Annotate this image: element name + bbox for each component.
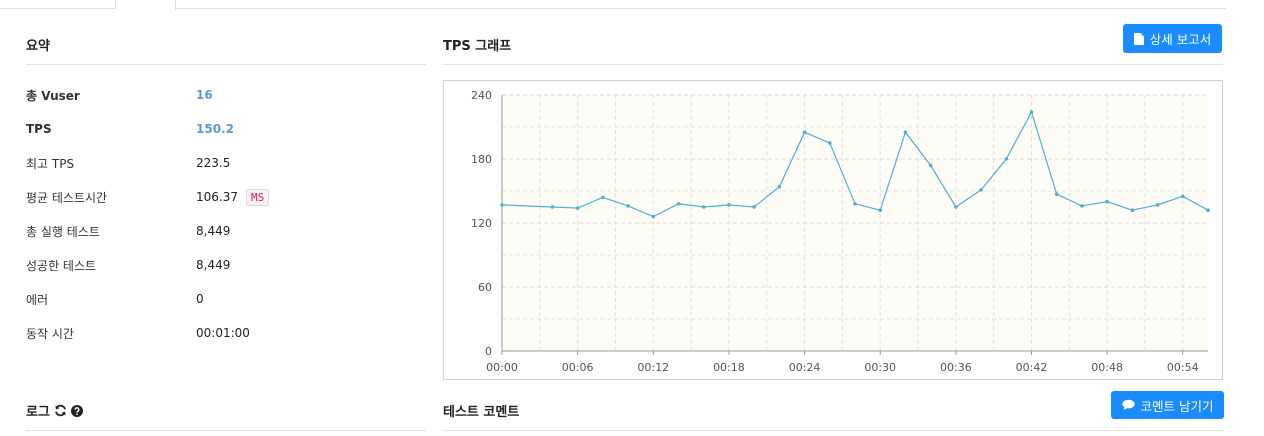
row-value: 106.37	[196, 190, 238, 204]
row-value: 223.5	[196, 156, 231, 170]
refresh-icon[interactable]	[54, 404, 67, 417]
x-tick-label: 00:18	[713, 361, 745, 374]
tab-active[interactable]	[115, 0, 176, 10]
comment-divider	[443, 430, 1223, 431]
data-point	[802, 130, 807, 135]
x-tick-label: 00:54	[1167, 361, 1199, 374]
data-point	[701, 205, 706, 209]
tps-chart-svg: 0 60 120 180 240 00:00 00:06 00:12 00:18 00:24 00:…	[471, 89, 1210, 374]
row-label: 동작 시간	[26, 326, 74, 341]
summary-row-errors: 에러 0	[26, 289, 426, 309]
row-label: 총 실행 테스트	[26, 224, 100, 239]
row-label: 평균 테스트시간	[26, 190, 108, 205]
data-point	[1105, 199, 1109, 204]
test-comment-title: 테스트 코멘트	[443, 405, 520, 420]
data-point	[676, 202, 681, 206]
file-icon	[1133, 32, 1144, 45]
y-tick-label: 240	[471, 89, 492, 102]
data-point	[1206, 208, 1210, 212]
row-value[interactable]: 16	[196, 88, 213, 102]
summary-row-total-tests: 총 실행 테스트 8,449	[26, 221, 426, 241]
comment-icon	[1121, 399, 1135, 411]
data-point	[601, 195, 605, 200]
summary-row-vuser: 총 Vuser 16	[26, 85, 426, 105]
data-point	[853, 202, 857, 206]
row-value: 8,449	[196, 258, 231, 272]
unit-badge: MS	[246, 188, 270, 206]
summary-row-tps: TPS 150.2	[26, 119, 426, 139]
data-point	[1004, 157, 1009, 161]
data-point	[752, 205, 756, 209]
data-point	[651, 214, 656, 219]
x-tick-label: 00:30	[864, 361, 896, 374]
help-icon[interactable]	[70, 404, 83, 417]
y-tick-label: 60	[478, 281, 492, 294]
summary-row-success-tests: 성공한 테스트 8,449	[26, 255, 426, 275]
log-title: 로그	[26, 401, 83, 420]
tps-graph-title: TPS 그래프	[443, 39, 512, 54]
data-point	[1029, 110, 1034, 114]
row-label: 최고 TPS	[26, 156, 75, 171]
summary-divider	[26, 64, 426, 65]
row-value: 0	[196, 292, 204, 306]
data-point	[903, 130, 908, 135]
x-tick-label: 00:12	[637, 361, 669, 374]
y-tick-label: 0	[485, 345, 492, 358]
tps-chart: 0 60 120 180 240 00:00 00:06 00:12 00:18 00:24 00:…	[443, 80, 1223, 380]
row-value-wrap: 106.37 MS	[196, 188, 270, 206]
detail-report-button[interactable]: 상세 보고서	[1123, 24, 1222, 53]
data-point	[979, 188, 983, 192]
summary-row-avg-test-time: 평균 테스트시간 106.37 MS	[26, 187, 426, 207]
summary-row-run-time: 동작 시간 00:01:00	[26, 323, 426, 343]
data-point	[1155, 203, 1160, 207]
data-point	[727, 203, 731, 207]
tps-divider	[443, 64, 1223, 65]
row-label: 총 Vuser	[26, 88, 80, 103]
row-value: 8,449	[196, 224, 231, 238]
data-point	[1080, 204, 1084, 208]
y-tick-label: 180	[471, 153, 492, 166]
data-point	[777, 184, 782, 189]
data-point	[1054, 192, 1059, 196]
log-divider	[26, 430, 426, 431]
leave-comment-button[interactable]: 코멘트 남기기	[1111, 391, 1224, 419]
x-tick-label: 00:36	[940, 361, 972, 374]
data-point	[827, 141, 832, 145]
x-tick-label: 00:00	[486, 361, 518, 374]
x-tick-label: 00:06	[562, 361, 594, 374]
data-point	[550, 205, 555, 209]
summary-title: 요약	[26, 39, 50, 54]
row-label: 성공한 테스트	[26, 258, 97, 273]
x-tick-label: 00:42	[1016, 361, 1048, 374]
row-label: TPS	[26, 122, 52, 136]
x-tick-label: 00:24	[789, 361, 821, 374]
data-point	[626, 204, 630, 208]
x-tick-label: 00:48	[1091, 361, 1123, 374]
tab-bar	[0, 0, 1226, 9]
y-tick-label: 120	[471, 217, 492, 230]
row-value: 00:01:00	[196, 326, 250, 340]
data-point	[575, 206, 580, 210]
data-point	[928, 163, 933, 168]
data-point	[500, 203, 504, 207]
data-point	[1130, 208, 1135, 212]
data-point	[878, 208, 883, 212]
row-value[interactable]: 150.2	[196, 122, 234, 136]
data-point	[1180, 194, 1185, 199]
row-label: 에러	[26, 292, 49, 307]
data-point	[954, 205, 958, 209]
summary-row-peak-tps: 최고 TPS 223.5	[26, 153, 426, 173]
